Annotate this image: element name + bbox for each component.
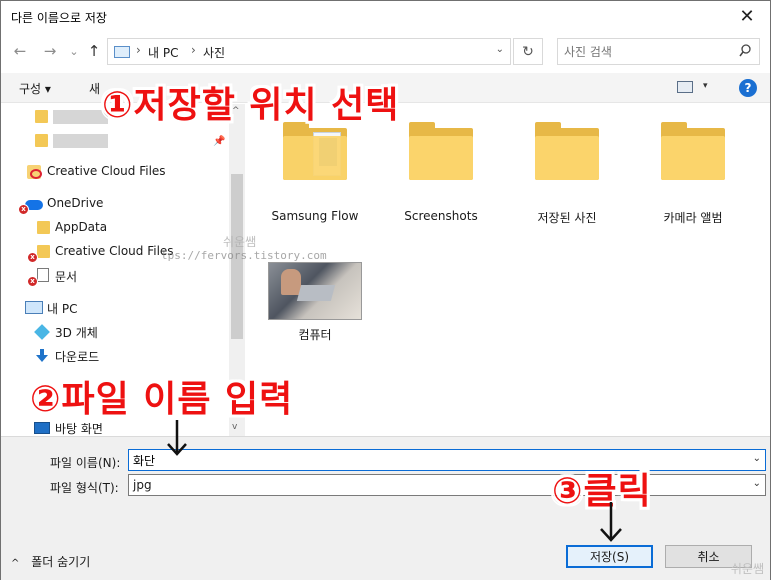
3d-cube-icon — [34, 324, 50, 340]
save-form: 파일 이름(N): ⌄ 파일 형식(T): jpg ⌄ ^ 폴더 숨기기 저장(… — [1, 436, 770, 580]
tree-item-documents[interactable]: x 문서 — [1, 265, 229, 287]
folder-icon — [35, 134, 48, 147]
redacted-label — [53, 110, 108, 124]
close-icon: ✕ — [739, 6, 755, 27]
tree-item-label: OneDrive — [47, 196, 104, 210]
help-icon[interactable]: ? — [739, 79, 757, 97]
annotation-step-1: ①저장할 위치 선택 — [102, 85, 400, 126]
folder-item-camera-roll[interactable]: 카메라 앨범 — [631, 116, 755, 231]
refresh-icon: ↻ — [522, 43, 534, 60]
image-thumbnail — [268, 262, 362, 320]
arrow-up-icon: ↑ — [87, 42, 101, 60]
filename-label: 파일 이름(N): — [50, 456, 121, 470]
tree-item-3d-objects[interactable]: 3D 개체 — [1, 321, 229, 343]
filename-combobox[interactable]: ⌄ — [128, 449, 766, 471]
folder-icon — [35, 110, 48, 123]
tree-item-downloads[interactable]: 다운로드 — [1, 345, 229, 367]
forward-button[interactable]: → — [39, 39, 61, 63]
organize-menu[interactable]: 구성 ▾ — [19, 80, 51, 97]
download-arrow-icon — [36, 349, 48, 362]
desktop-icon — [34, 422, 50, 434]
address-dropdown-icon[interactable]: ⌄ — [496, 44, 504, 55]
close-button[interactable]: ✕ — [724, 1, 770, 32]
folder-item-samsung-flow[interactable]: Samsung Flow — [253, 116, 377, 231]
tree-item-label: 3D 개체 — [55, 326, 98, 340]
pictures-location-icon — [114, 46, 130, 58]
title-bar: 다른 이름으로 저장 ✕ — [1, 1, 770, 33]
chevron-down-icon: ⌄ — [69, 44, 79, 58]
arrow-right-icon: → — [43, 42, 57, 60]
folder-icon — [535, 122, 599, 180]
tree-item-label: 다운로드 — [55, 350, 100, 364]
folder-icon — [37, 221, 50, 234]
file-name: 저장된 사진 — [537, 211, 597, 225]
tree-item-onedrive[interactable]: x OneDrive — [1, 193, 229, 215]
folder-icon — [409, 122, 473, 180]
chevron-down-icon[interactable]: ⌄ — [753, 453, 761, 464]
breadcrumb-this-pc[interactable]: 내 PC — [148, 44, 178, 61]
file-list-view: Samsung Flow Screenshots 저장된 사진 카메라 앨범 컴… — [245, 104, 770, 436]
save-button[interactable]: 저장(S) — [566, 545, 653, 568]
hide-folders-label: 폴더 숨기기 — [31, 555, 91, 569]
folder-with-document-icon — [283, 122, 347, 180]
filetype-label: 파일 형식(T): — [50, 481, 119, 495]
folder-item-screenshots[interactable]: Screenshots — [379, 116, 503, 231]
sync-error-icon: x — [18, 204, 29, 215]
tree-item-label: 내 PC — [47, 302, 78, 316]
back-button[interactable]: ← — [9, 39, 31, 63]
chevron-down-icon[interactable]: ⌄ — [753, 478, 761, 489]
file-name: Screenshots — [404, 209, 478, 223]
pin-icon: 📌 — [213, 136, 226, 147]
file-name: Samsung Flow — [271, 209, 359, 223]
breadcrumb-pictures[interactable]: 사진 — [203, 44, 225, 61]
tree-item-creative-cloud[interactable]: Creative Cloud Files — [1, 161, 229, 183]
recent-locations-button[interactable]: ⌄ — [63, 39, 85, 63]
hide-folders-toggle[interactable]: ^ 폴더 숨기기 — [11, 553, 90, 570]
sync-error-icon: x — [27, 276, 38, 287]
filetype-select[interactable]: jpg ⌄ — [128, 474, 766, 496]
breadcrumb-separator: › — [191, 43, 196, 57]
view-dropdown-icon[interactable]: ▾ — [703, 81, 708, 91]
tree-item-label: 바탕 화면 — [55, 422, 103, 436]
watermark-name: 쉬운쌤 — [223, 235, 257, 249]
address-bar[interactable]: › 내 PC › 사진 ⌄ — [107, 38, 511, 65]
breadcrumb-separator: › — [136, 43, 141, 57]
search-input[interactable] — [564, 43, 734, 61]
document-icon — [37, 268, 49, 282]
image-file-item[interactable]: 컴퓨터 — [253, 254, 377, 349]
arrow-left-icon: ← — [13, 42, 27, 60]
tree-item-label: Creative Cloud Files — [55, 244, 174, 258]
sync-error-icon: x — [27, 252, 38, 263]
scroll-down-icon[interactable]: v — [232, 422, 237, 432]
filetype-value: jpg — [133, 478, 152, 492]
view-options-icon[interactable] — [677, 81, 693, 93]
up-button[interactable]: ↑ — [83, 39, 105, 63]
annotation-arrow-down-icon — [600, 502, 622, 542]
dialog-title: 다른 이름으로 저장 — [11, 11, 107, 25]
search-box[interactable] — [557, 38, 760, 65]
new-folder-button[interactable]: 새 — [89, 80, 100, 97]
quick-access-item-redacted[interactable] — [1, 130, 229, 152]
redacted-label — [53, 134, 108, 148]
computer-icon — [25, 301, 43, 314]
folder-icon — [661, 122, 725, 180]
tree-item-this-pc[interactable]: 내 PC — [1, 297, 229, 319]
watermark-corner: 쉬운쌤 — [730, 562, 764, 576]
chevron-up-icon: ^ — [11, 558, 20, 569]
annotation-arrow-down-icon — [167, 420, 187, 456]
annotation-step-2: ②파일 이름 입력 — [30, 379, 294, 420]
refresh-button[interactable]: ↻ — [513, 38, 543, 65]
tree-item-appdata[interactable]: AppData — [1, 217, 229, 239]
tree-item-label: 문서 — [55, 270, 78, 284]
watermark-url: tps://fervors.tistory.com — [161, 249, 327, 262]
folder-item-saved-pictures[interactable]: 저장된 사진 — [505, 116, 629, 231]
tree-item-label: AppData — [55, 220, 108, 234]
folder-icon — [37, 245, 50, 258]
file-name: 컴퓨터 — [298, 328, 332, 342]
tree-item-label: Creative Cloud Files — [47, 164, 166, 178]
file-name: 카메라 앨범 — [663, 211, 723, 225]
navigation-bar: ← → ⌄ ↑ › 내 PC › 사진 ⌄ ↻ — [1, 35, 770, 67]
creative-cloud-icon — [27, 165, 42, 179]
search-icon[interactable] — [739, 44, 751, 58]
